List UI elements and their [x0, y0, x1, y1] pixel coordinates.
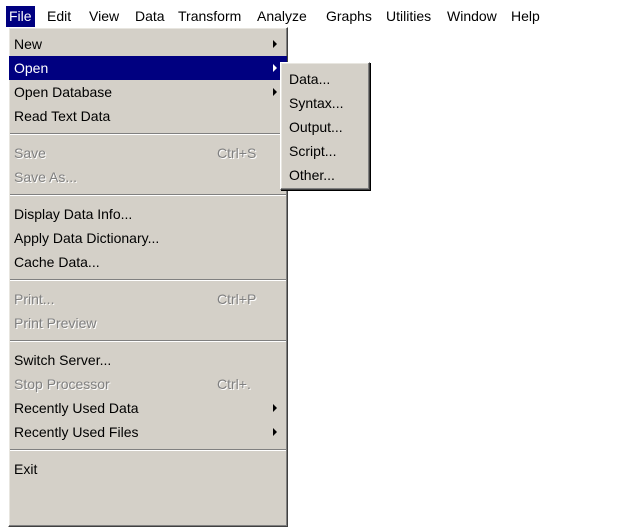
submenu-arrow-icon — [273, 428, 277, 436]
menu-item-label: Print... — [14, 291, 55, 307]
menu-item-label: Data... — [289, 71, 331, 87]
menu-item-open-database[interactable]: Open Database — [9, 80, 287, 104]
menubar-view[interactable]: View — [86, 6, 122, 27]
menu-separator — [10, 449, 286, 451]
menu-item-label: Script... — [289, 143, 337, 159]
menu-item-shortcut: Ctrl+P — [217, 291, 257, 307]
menu-item-label: Output... — [289, 119, 343, 135]
submenu-item-script[interactable]: Script... — [281, 139, 369, 163]
menu-item-label: Read Text Data — [14, 108, 111, 124]
menu-separator — [10, 279, 286, 281]
menu-item-label: Apply Data Dictionary... — [14, 230, 160, 246]
submenu-item-data[interactable]: Data... — [281, 67, 369, 91]
menubar-utilities[interactable]: Utilities — [383, 6, 434, 27]
menu-item-label: Other... — [289, 167, 335, 183]
menu-bar: File Edit View Data Transform Analyze Gr… — [0, 0, 618, 30]
submenu-arrow-icon — [273, 88, 277, 96]
menu-separator — [10, 133, 286, 135]
menubar-help[interactable]: Help — [508, 6, 543, 27]
open-submenu: Data... Syntax... Output... Script... Ot… — [280, 62, 370, 190]
submenu-item-other[interactable]: Other... — [281, 163, 369, 187]
menu-item-print-preview[interactable]: Print Preview — [9, 311, 287, 335]
menu-item-label: New — [14, 36, 43, 52]
menu-item-label: Switch Server... — [14, 352, 112, 368]
menu-item-stop-processor[interactable]: Stop Processor Ctrl+. — [9, 372, 287, 396]
menu-item-shortcut: Ctrl+. — [217, 376, 251, 392]
menu-item-new[interactable]: New — [9, 32, 287, 56]
menu-item-open[interactable]: Open — [9, 56, 287, 80]
menu-item-print[interactable]: Print... Ctrl+P — [9, 287, 287, 311]
menu-item-recently-used-files[interactable]: Recently Used Files — [9, 420, 287, 444]
submenu-arrow-icon — [273, 64, 277, 72]
menu-item-label: Recently Used Data — [14, 400, 139, 416]
menubar-transform[interactable]: Transform — [175, 6, 244, 27]
menu-item-save-as[interactable]: Save As... — [9, 165, 287, 189]
submenu-item-syntax[interactable]: Syntax... — [281, 91, 369, 115]
submenu-arrow-icon — [273, 40, 277, 48]
menu-separator — [10, 340, 286, 342]
menubar-edit[interactable]: Edit — [44, 6, 74, 27]
menubar-graphs[interactable]: Graphs — [323, 6, 375, 27]
menu-item-apply-data-dictionary[interactable]: Apply Data Dictionary... — [9, 226, 287, 250]
menu-item-label: Stop Processor — [14, 376, 110, 392]
menubar-file[interactable]: File — [6, 6, 35, 27]
menu-item-label: Syntax... — [289, 95, 344, 111]
submenu-arrow-icon — [273, 404, 277, 412]
menu-item-label: Save As... — [14, 169, 78, 185]
menu-item-switch-server[interactable]: Switch Server... — [9, 348, 287, 372]
menu-item-label: Save — [14, 145, 46, 161]
menu-item-cache-data[interactable]: Cache Data... — [9, 250, 287, 274]
menubar-data[interactable]: Data — [132, 6, 168, 27]
file-menu: New Open Open Database Read Text Data Sa… — [8, 27, 288, 527]
menu-item-label: Open — [14, 60, 49, 76]
menu-item-label: Cache Data... — [14, 254, 100, 270]
menu-item-read-text-data[interactable]: Read Text Data — [9, 104, 287, 128]
menu-item-label: Recently Used Files — [14, 424, 139, 440]
menu-item-display-data-info[interactable]: Display Data Info... — [9, 202, 287, 226]
submenu-item-output[interactable]: Output... — [281, 115, 369, 139]
menu-separator — [10, 194, 286, 196]
menubar-window[interactable]: Window — [444, 6, 500, 27]
menu-item-shortcut: Ctrl+S — [217, 145, 257, 161]
menu-item-save[interactable]: Save Ctrl+S — [9, 141, 287, 165]
menu-item-recently-used-data[interactable]: Recently Used Data — [9, 396, 287, 420]
menu-item-label: Display Data Info... — [14, 206, 133, 222]
menu-item-label: Exit — [14, 461, 38, 477]
menu-item-label: Open Database — [14, 84, 113, 100]
menu-item-exit[interactable]: Exit — [9, 457, 287, 481]
menubar-analyze[interactable]: Analyze — [254, 6, 310, 27]
menu-item-label: Print Preview — [14, 315, 97, 331]
